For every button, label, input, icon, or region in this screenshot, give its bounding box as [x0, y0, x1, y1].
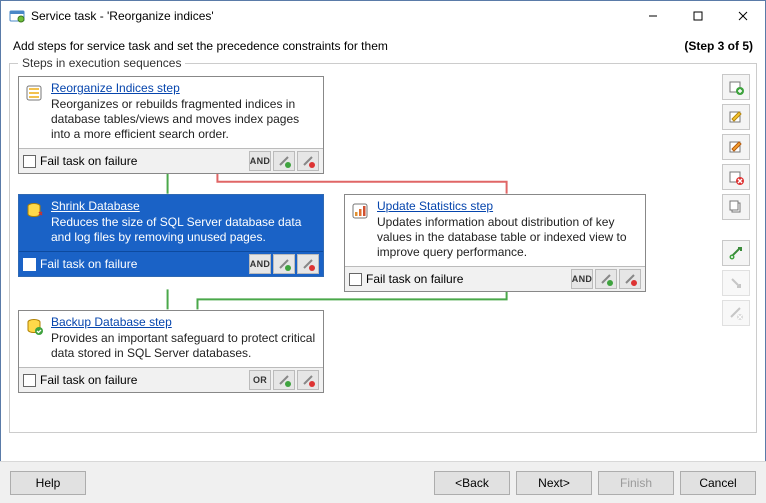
fail-task-label: Fail task on failure — [40, 154, 137, 168]
remove-constraint-button[interactable] — [297, 151, 319, 171]
wizard-button-bar: Help <Back Next> Finish Cancel — [0, 461, 766, 503]
step-title-link[interactable]: Backup Database step — [51, 315, 172, 329]
add-constraint-button[interactable] — [273, 254, 295, 274]
statistics-icon — [351, 201, 371, 221]
edit-step-alt-button[interactable] — [722, 134, 750, 160]
copy-step-button[interactable] — [722, 194, 750, 220]
help-button[interactable]: Help — [10, 471, 86, 495]
minimize-button[interactable] — [630, 1, 675, 31]
combine-mode-button[interactable]: AND — [571, 269, 593, 289]
step-description: Updates information about distribution o… — [377, 215, 639, 260]
steps-groupbox: Steps in execution sequences — [9, 63, 757, 433]
step-description: Reorganizes or rebuilds fragmented indic… — [51, 97, 317, 142]
fail-task-label: Fail task on failure — [40, 373, 137, 387]
step-shrink-database[interactable]: Shrink Database Reduces the size of SQL … — [18, 194, 324, 277]
database-shrink-icon — [25, 201, 45, 221]
reorganize-icon — [25, 83, 45, 103]
finish-button: Finish — [598, 471, 674, 495]
maximize-button[interactable] — [675, 1, 720, 31]
window-title: Service task - 'Reorganize indices' — [31, 9, 630, 23]
wizard-step-indicator: (Step 3 of 5) — [684, 39, 753, 53]
database-backup-icon — [25, 317, 45, 337]
add-constraint-button[interactable] — [273, 151, 295, 171]
step-description: Reduces the size of SQL Server database … — [51, 215, 317, 245]
next-button[interactable]: Next> — [516, 471, 592, 495]
side-toolbar — [722, 74, 752, 326]
delete-step-button[interactable] — [722, 164, 750, 190]
groupbox-label: Steps in execution sequences — [18, 56, 185, 70]
fail-task-label: Fail task on failure — [40, 257, 137, 271]
remove-constraint-button[interactable] — [297, 370, 319, 390]
close-button[interactable] — [720, 1, 765, 31]
edit-step-button[interactable] — [722, 104, 750, 130]
add-step-button[interactable] — [722, 74, 750, 100]
step-title-link[interactable]: Reorganize Indices step — [51, 81, 180, 95]
fail-task-label: Fail task on failure — [366, 272, 463, 286]
cancel-button[interactable]: Cancel — [680, 471, 756, 495]
add-constraint-button[interactable] — [595, 269, 617, 289]
step-update-statistics[interactable]: Update Statistics step Updates informati… — [344, 194, 646, 292]
combine-mode-button[interactable]: OR — [249, 370, 271, 390]
fail-task-checkbox[interactable]: Fail task on failure — [23, 373, 137, 387]
back-button[interactable]: <Back — [434, 471, 510, 495]
remove-constraint-button[interactable] — [619, 269, 641, 289]
add-constraint-button[interactable] — [273, 370, 295, 390]
step-description: Provides an important safeguard to prote… — [51, 331, 317, 361]
link-down-button — [722, 270, 750, 296]
titlebar: Service task - 'Reorganize indices' — [1, 1, 765, 31]
remove-link-button — [722, 300, 750, 326]
combine-mode-button[interactable]: AND — [249, 151, 271, 171]
wizard-instruction: Add steps for service task and set the p… — [13, 39, 388, 53]
add-link-button[interactable] — [722, 240, 750, 266]
fail-task-checkbox[interactable]: Fail task on failure — [23, 257, 137, 271]
flow-canvas[interactable]: Reorganize Indices step Reorganizes or r… — [18, 76, 716, 424]
remove-constraint-button[interactable] — [297, 254, 319, 274]
app-icon — [9, 8, 25, 24]
step-title-link[interactable]: Shrink Database — [51, 199, 140, 213]
fail-task-checkbox[interactable]: Fail task on failure — [349, 272, 463, 286]
combine-mode-button[interactable]: AND — [249, 254, 271, 274]
fail-task-checkbox[interactable]: Fail task on failure — [23, 154, 137, 168]
step-title-link[interactable]: Update Statistics step — [377, 199, 493, 213]
step-reorganize-indices[interactable]: Reorganize Indices step Reorganizes or r… — [18, 76, 324, 174]
step-backup-database[interactable]: Backup Database step Provides an importa… — [18, 310, 324, 393]
